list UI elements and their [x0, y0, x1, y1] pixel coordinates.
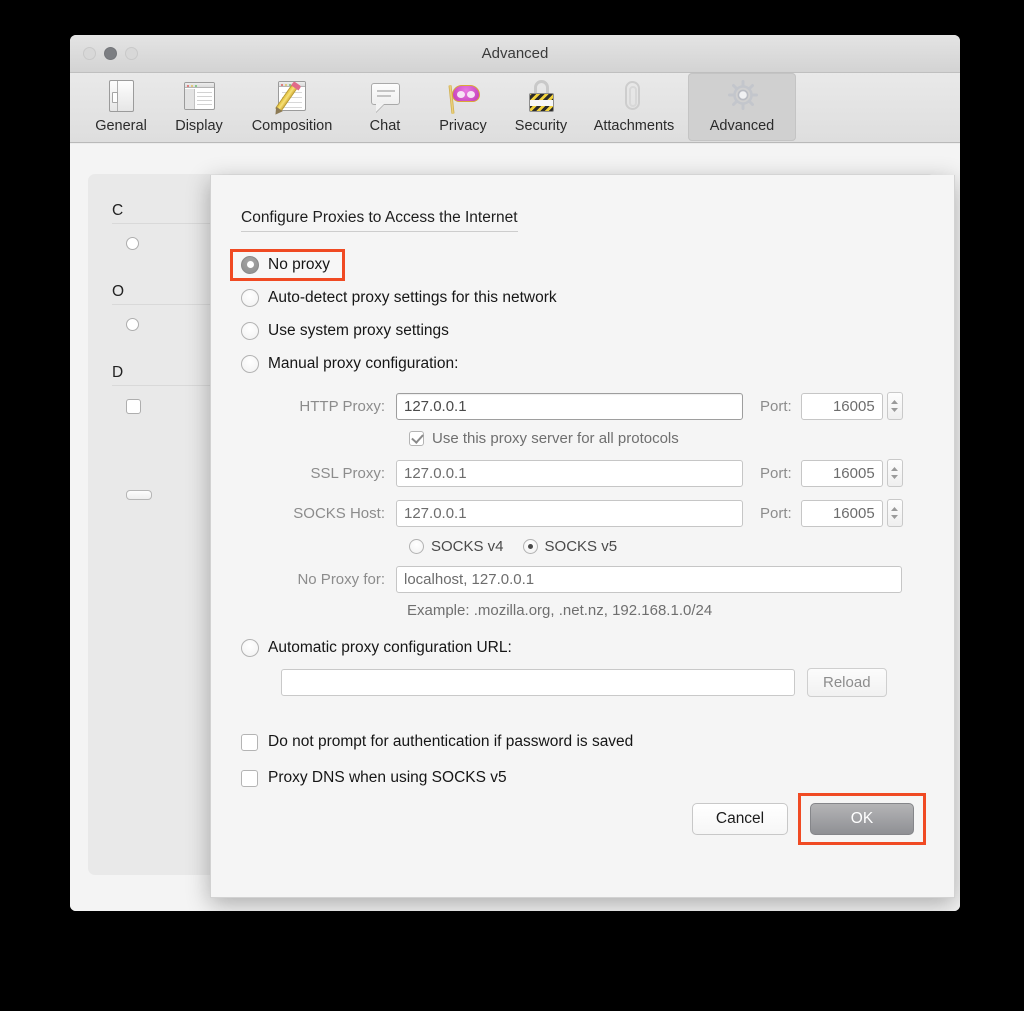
security-lock-icon	[521, 78, 561, 116]
ssl-proxy-input[interactable]: 127.0.0.1	[396, 459, 743, 487]
toolbar-item-advanced[interactable]: Advanced	[688, 73, 796, 141]
option-proxy-dns-label: Proxy DNS when using SOCKS v5	[268, 769, 507, 786]
privacy-mask-icon	[443, 78, 483, 116]
screenshot-root: Advanced General Display Composition Cha…	[0, 0, 1024, 1011]
radio-icon-socks-v5[interactable]	[522, 539, 538, 554]
auto-config-label: Automatic proxy configuration URL:	[268, 639, 512, 656]
http-port-label: Port:	[760, 397, 792, 415]
proxy-mode-auto-detect[interactable]: Auto-detect proxy settings for this netw…	[241, 281, 926, 314]
proxy-mode-label-system: Use system proxy settings	[268, 321, 449, 339]
ssl-port-stepper[interactable]	[886, 459, 903, 487]
ok-button[interactable]: OK	[810, 803, 914, 835]
minimize-button[interactable]	[104, 47, 117, 60]
toolbar-label-composition: Composition	[251, 118, 333, 134]
toolbar-label-chat: Chat	[369, 118, 401, 134]
option-no-auth-prompt-row[interactable]: Do not prompt for authentication if pass…	[241, 733, 926, 751]
proxy-mode-label-auto-detect: Auto-detect proxy settings for this netw…	[268, 288, 557, 306]
ssl-port-input[interactable]: 16005	[800, 459, 883, 487]
auto-config-row[interactable]: Automatic proxy configuration URL:	[241, 639, 926, 657]
proxy-mode-label-no-proxy: No proxy	[268, 255, 331, 273]
toolbar-item-composition[interactable]: Composition	[238, 73, 346, 141]
bg-button[interactable]	[126, 490, 152, 500]
window-title: Advanced	[481, 45, 549, 62]
radio-icon-auto-config[interactable]	[241, 639, 259, 657]
ssl-proxy-row: SSL Proxy: 127.0.0.1 Port: 16005	[241, 459, 926, 487]
proxy-settings-dialog: Configure Proxies to Access the Internet…	[210, 175, 955, 898]
socks-port-stepper[interactable]	[886, 499, 903, 527]
proxy-mode-system[interactable]: Use system proxy settings	[241, 314, 926, 347]
preferences-toolbar: General Display Composition Chat Privacy…	[70, 73, 960, 143]
http-proxy-row: HTTP Proxy: 127.0.0.1 Port: 16005	[241, 392, 926, 420]
checkbox-icon-no-auth-prompt[interactable]	[241, 733, 258, 751]
socks-version-row: SOCKS v4 SOCKS v5	[409, 538, 926, 555]
toolbar-item-privacy[interactable]: Privacy	[424, 73, 502, 141]
checkbox-icon	[126, 399, 141, 414]
window-controls	[83, 47, 138, 60]
radio-icon-manual[interactable]	[241, 354, 259, 373]
toolbar-item-attachments[interactable]: Attachments	[580, 73, 688, 141]
toolbar-label-general: General	[95, 118, 147, 134]
radio-icon-auto-detect[interactable]	[241, 288, 259, 307]
use-all-protocols-row[interactable]: Use this proxy server for all protocols	[409, 430, 926, 447]
http-proxy-input[interactable]: 127.0.0.1	[396, 392, 743, 420]
chat-icon	[365, 78, 405, 116]
no-proxy-for-input[interactable]: localhost, 127.0.0.1	[396, 566, 902, 593]
socks-v4-label: SOCKS v4	[431, 538, 504, 555]
socks-host-input[interactable]: 127.0.0.1	[396, 499, 743, 527]
http-port-input[interactable]: 16005	[800, 392, 883, 420]
proxy-mode-no-proxy-row: No proxy	[230, 248, 926, 281]
toolbar-item-display[interactable]: Display	[160, 73, 238, 141]
gear-icon	[722, 78, 762, 116]
auto-config-url-input[interactable]	[281, 669, 795, 696]
proxy-mode-manual[interactable]: Manual proxy configuration:	[241, 347, 926, 380]
toolbar-item-general[interactable]: General	[82, 73, 160, 141]
preferences-window: Advanced General Display Composition Cha…	[70, 35, 960, 911]
socks-host-label: SOCKS Host:	[293, 504, 385, 522]
socks-v5-label: SOCKS v5	[544, 538, 618, 555]
window-titlebar: Advanced	[70, 35, 960, 73]
ssl-proxy-label: SSL Proxy:	[310, 464, 385, 482]
ssl-port-label: Port:	[760, 464, 792, 482]
no-proxy-highlight-box[interactable]: No proxy	[230, 248, 346, 281]
no-proxy-example-text: Example: .mozilla.org, .net.nz, 192.168.…	[407, 602, 713, 619]
toolbar-label-advanced: Advanced	[709, 118, 775, 134]
use-all-protocols-label: Use this proxy server for all protocols	[432, 430, 679, 447]
display-icon	[179, 78, 219, 116]
close-button[interactable]	[83, 47, 96, 60]
paperclip-icon	[614, 78, 654, 116]
toolbar-label-display: Display	[175, 118, 223, 134]
radio-icon	[126, 318, 139, 331]
socks-port-input[interactable]: 16005	[800, 499, 883, 527]
toolbar-label-privacy: Privacy	[439, 118, 487, 134]
toolbar-label-security: Security	[514, 118, 568, 134]
auto-config-url-row: Reload	[281, 668, 926, 697]
checkbox-icon-proxy-dns[interactable]	[241, 769, 258, 787]
option-no-auth-prompt-label: Do not prompt for authentication if pass…	[268, 733, 634, 750]
zoom-button[interactable]	[125, 47, 138, 60]
http-port-stepper[interactable]	[886, 392, 903, 420]
socks-port-label: Port:	[760, 504, 792, 522]
ok-button-highlight-box: OK	[798, 793, 926, 845]
http-proxy-label: HTTP Proxy:	[299, 397, 385, 415]
radio-icon-system[interactable]	[241, 321, 259, 340]
option-proxy-dns-row[interactable]: Proxy DNS when using SOCKS v5	[241, 769, 926, 787]
reload-button[interactable]: Reload	[807, 668, 887, 697]
radio-icon-no-proxy[interactable]	[241, 255, 259, 274]
radio-icon-socks-v4[interactable]	[409, 539, 424, 554]
no-proxy-for-label: No Proxy for:	[297, 571, 385, 588]
toolbar-label-attachments: Attachments	[593, 118, 675, 134]
composition-icon	[272, 78, 312, 116]
checkbox-icon-all-protocols[interactable]	[409, 431, 424, 446]
toolbar-item-security[interactable]: Security	[502, 73, 580, 141]
proxy-mode-label-manual: Manual proxy configuration:	[268, 354, 459, 372]
radio-icon	[126, 237, 139, 250]
toolbar-item-chat[interactable]: Chat	[346, 73, 424, 141]
cancel-button[interactable]: Cancel	[692, 803, 788, 835]
general-icon	[101, 78, 141, 116]
no-proxy-for-row: No Proxy for: localhost, 127.0.0.1	[241, 566, 926, 593]
dialog-title: Configure Proxies to Access the Internet	[241, 209, 518, 232]
socks-host-row: SOCKS Host: 127.0.0.1 Port: 16005	[241, 499, 926, 527]
dialog-button-row: Cancel OK	[692, 793, 926, 845]
